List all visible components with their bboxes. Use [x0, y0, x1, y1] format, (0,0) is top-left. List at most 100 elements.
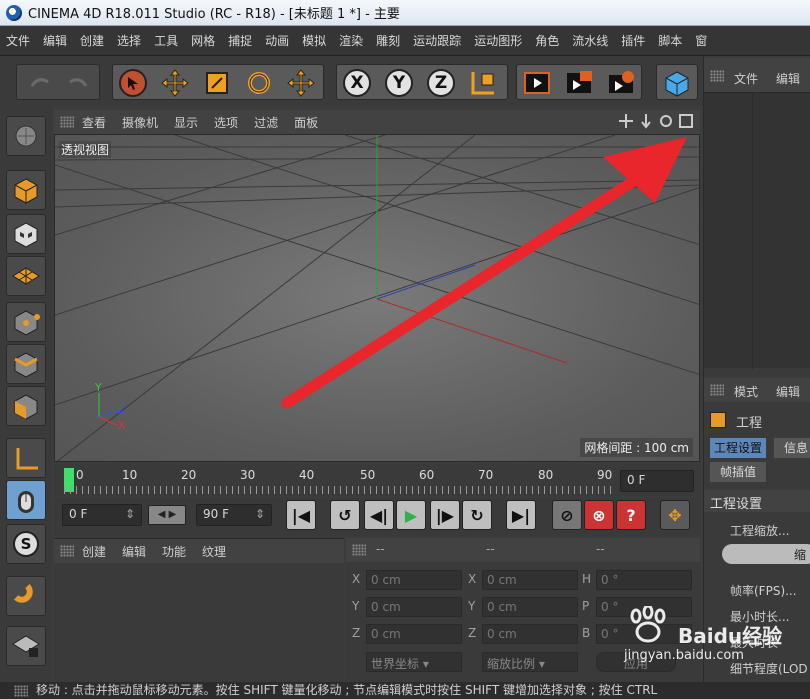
render-settings-icon[interactable]: [601, 65, 641, 101]
polygons-mode-icon[interactable]: [6, 386, 46, 426]
perspective-viewport[interactable]: Y Z X 透视视图 网格间距 : 100 cm: [54, 134, 700, 462]
right-menu-file[interactable]: 文件: [734, 70, 758, 87]
menu-tools[interactable]: 工具: [154, 32, 178, 49]
move-dropdown-icon[interactable]: [281, 65, 321, 101]
menu-edit[interactable]: 编辑: [43, 32, 67, 49]
tab-frame-interpolation[interactable]: 帧插值: [710, 462, 766, 482]
tweak-mode-icon[interactable]: [6, 480, 46, 520]
model-mode-icon[interactable]: [6, 170, 46, 210]
world-coordinates-select[interactable]: 世界坐标 ▾: [366, 652, 462, 672]
size-z-field[interactable]: 0 cm: [482, 624, 578, 644]
menu-script[interactable]: 脚本: [658, 32, 682, 49]
panel-grip-icon: [352, 544, 366, 556]
rotate-icon[interactable]: [239, 65, 279, 101]
object-menu-texture[interactable]: 纹理: [202, 543, 226, 560]
viewport-menu-panel[interactable]: 面板: [294, 114, 318, 131]
coord-label: Y: [352, 599, 360, 613]
axis-x-lock[interactable]: X: [337, 65, 377, 101]
viewport-zoom-icon[interactable]: [638, 113, 654, 129]
frame-step-arrows[interactable]: ◀ ▶: [148, 505, 186, 525]
status-bar: 移动 : 点击并拖动鼠标移动元素。按住 SHIFT 键量化移动 ; 节点编辑模式…: [0, 682, 810, 699]
next-key-button[interactable]: ↻: [462, 500, 492, 530]
menu-snap[interactable]: 捕捉: [228, 32, 252, 49]
render-picture-viewer-icon[interactable]: [559, 65, 599, 101]
key-position-icon[interactable]: ✥: [660, 500, 690, 530]
move-icon[interactable]: [155, 65, 195, 101]
rotation-h-field[interactable]: 0 °: [596, 570, 692, 590]
go-to-start-button[interactable]: |◀: [286, 500, 316, 530]
viewport-rotate-icon[interactable]: [658, 113, 674, 129]
viewport-header: 查看 摄像机 显示 选项 过滤 面板: [54, 110, 700, 134]
previous-frame-button[interactable]: ◀|: [364, 500, 394, 530]
menu-create[interactable]: 创建: [80, 32, 104, 49]
scale-project-button[interactable]: 缩: [722, 544, 810, 564]
end-frame-field[interactable]: 90 F ⇕: [196, 504, 272, 526]
viewport-pan-icon[interactable]: [618, 113, 634, 129]
start-frame-field[interactable]: 0 F ⇕: [62, 504, 142, 526]
axis-z-lock[interactable]: Z: [421, 65, 461, 101]
size-y-field[interactable]: 0 cm: [482, 597, 578, 617]
attr-menu-mode[interactable]: 模式: [734, 383, 758, 400]
menu-file[interactable]: 文件: [6, 32, 30, 49]
points-mode-icon[interactable]: [6, 302, 46, 342]
scale-mode-select[interactable]: 缩放比例 ▾: [482, 652, 578, 672]
timeline-ruler[interactable]: 0 10 20 30 40 50 60 70 80 90 0 F: [54, 464, 700, 496]
workplane-mode-icon[interactable]: [6, 256, 46, 296]
viewport-menu-cameras[interactable]: 摄像机: [122, 114, 158, 131]
viewport-menu-filter[interactable]: 过滤: [254, 114, 278, 131]
position-x-field[interactable]: 0 cm: [366, 570, 462, 590]
axis-y-lock[interactable]: Y: [379, 65, 419, 101]
object-list-area[interactable]: [704, 92, 810, 369]
size-x-field[interactable]: 0 cm: [482, 570, 578, 590]
viewport-menu-options[interactable]: 选项: [214, 114, 238, 131]
scale-icon[interactable]: [197, 65, 237, 101]
magnet-icon[interactable]: [6, 576, 46, 616]
tab-info[interactable]: 信息: [774, 438, 810, 458]
autokey-icon[interactable]: ⊗: [584, 500, 614, 530]
object-menu-edit[interactable]: 编辑: [122, 543, 146, 560]
menu-render[interactable]: 渲染: [339, 32, 363, 49]
menu-simulate[interactable]: 模拟: [302, 32, 326, 49]
next-frame-button[interactable]: |▶: [430, 500, 460, 530]
menu-select[interactable]: 选择: [117, 32, 141, 49]
current-frame-field[interactable]: 0 F: [620, 470, 694, 492]
object-menu-function[interactable]: 功能: [162, 543, 186, 560]
axis-mode-icon[interactable]: [6, 438, 46, 478]
position-z-field[interactable]: 0 cm: [366, 624, 462, 644]
locked-workplane-icon[interactable]: [6, 626, 46, 666]
coordinate-system-icon[interactable]: [463, 65, 503, 101]
tab-project-settings[interactable]: 工程设置: [710, 438, 766, 458]
attr-menu-edit[interactable]: 编辑: [776, 383, 800, 400]
render-view-icon[interactable]: [517, 65, 557, 101]
menu-motion-tracking[interactable]: 运动跟踪: [413, 32, 461, 49]
menu-plugins[interactable]: 插件: [621, 32, 645, 49]
menu-mograph[interactable]: 运动图形: [474, 32, 522, 49]
object-menu-create[interactable]: 创建: [82, 543, 106, 560]
tick-label: 60: [419, 468, 435, 482]
previous-key-button[interactable]: ↺: [330, 500, 360, 530]
select-arrow-icon[interactable]: [113, 65, 153, 101]
go-to-end-button[interactable]: ▶|: [506, 500, 536, 530]
menu-mesh[interactable]: 网格: [191, 32, 215, 49]
play-button[interactable]: ▶: [396, 500, 426, 530]
edges-mode-icon[interactable]: [6, 344, 46, 384]
position-y-field[interactable]: 0 cm: [366, 597, 462, 617]
menu-character[interactable]: 角色: [535, 32, 559, 49]
snap-icon[interactable]: S: [6, 524, 46, 564]
menu-pipeline[interactable]: 流水线: [572, 32, 608, 49]
menu-sculpt[interactable]: 雕刻: [376, 32, 400, 49]
keyframe-selection-icon[interactable]: ?: [616, 500, 646, 530]
make-editable-icon[interactable]: [6, 116, 46, 156]
panel-grip-icon: [710, 70, 724, 82]
texture-mode-icon[interactable]: [6, 214, 46, 254]
right-menu-edit[interactable]: 编辑: [776, 70, 800, 87]
record-keys-icon[interactable]: ⊘: [552, 500, 582, 530]
viewport-maximize-icon[interactable]: [678, 113, 694, 129]
undo-icon[interactable]: [19, 65, 59, 101]
viewport-menu-display[interactable]: 显示: [174, 114, 198, 131]
cube-primitive-icon[interactable]: [657, 65, 697, 101]
menu-window[interactable]: 窗: [695, 32, 707, 49]
redo-icon[interactable]: [59, 65, 99, 101]
viewport-menu-view[interactable]: 查看: [82, 114, 106, 131]
menu-animate[interactable]: 动画: [265, 32, 289, 49]
